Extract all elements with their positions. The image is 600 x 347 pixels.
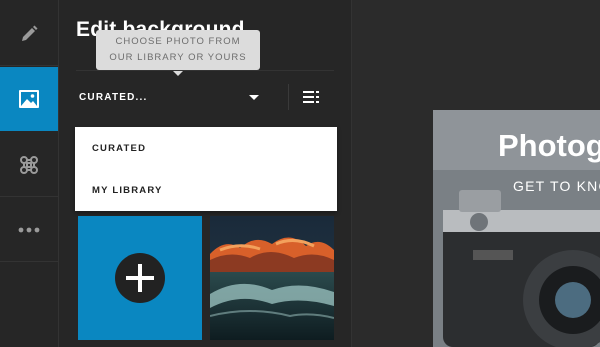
tooltip-line-1: CHOOSE PHOTO FROM (115, 36, 241, 47)
background-preview: Photog GET TO KNO (433, 110, 600, 347)
left-rail (0, 0, 58, 347)
image-icon (19, 90, 39, 108)
view-toggle-button[interactable] (299, 86, 323, 108)
source-dropdown-menu: CURATED MY LIBRARY (75, 127, 337, 211)
preview-title: Photog (498, 128, 600, 163)
toolbar-divider (76, 70, 334, 71)
list-icon (303, 91, 319, 103)
rail-item-edit[interactable] (0, 2, 58, 66)
rail-item-more[interactable] (0, 198, 58, 262)
edit-background-panel: Edit background CHOOSE PHOTO FROM OUR LI… (58, 0, 352, 347)
source-select-value: CURATED... (79, 91, 148, 103)
rail-item-command[interactable] (0, 133, 58, 197)
rail-item-background[interactable] (0, 67, 58, 131)
source-select[interactable]: CURATED... (79, 82, 261, 112)
pencil-icon (22, 25, 38, 41)
vertical-divider (288, 84, 289, 110)
chevron-down-icon (249, 95, 259, 100)
ocean-sunset-thumbnail (210, 216, 334, 340)
tooltip: CHOOSE PHOTO FROM OUR LIBRARY OR YOURS (96, 30, 260, 76)
add-photo-tile[interactable] (78, 216, 202, 340)
photo-tile-ocean[interactable] (210, 216, 334, 340)
plus-icon (115, 253, 165, 303)
more-icon (18, 227, 40, 232)
command-icon (20, 155, 38, 174)
preview-subtitle: GET TO KNO (513, 178, 600, 194)
dropdown-option-curated[interactable]: CURATED (92, 143, 146, 154)
tooltip-line-2: OUR LIBRARY OR YOURS (109, 52, 247, 63)
dropdown-option-my-library[interactable]: MY LIBRARY (92, 185, 163, 196)
